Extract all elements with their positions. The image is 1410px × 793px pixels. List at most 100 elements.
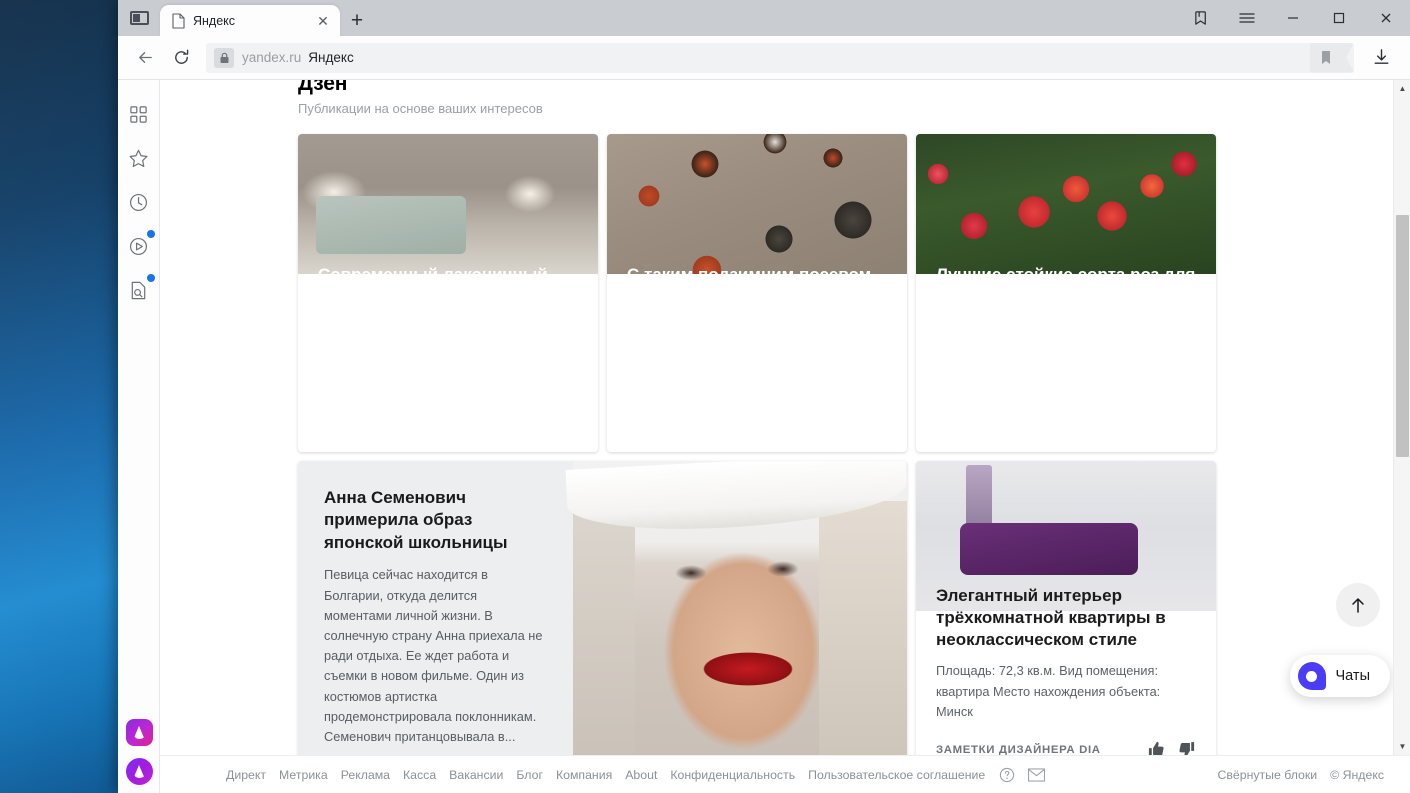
apps-grid-icon[interactable] bbox=[122, 92, 156, 136]
star-bookmarks-icon[interactable] bbox=[122, 136, 156, 180]
zen-section-header: Дзен Публикации на основе ваших интересо… bbox=[160, 80, 1410, 116]
card-title: Элегантный интерьер трёхкомнатной кварти… bbox=[936, 586, 1166, 649]
back-arrow-icon[interactable] bbox=[128, 41, 162, 75]
video-play-icon[interactable] bbox=[122, 224, 156, 268]
arrow-up-icon bbox=[1352, 598, 1364, 613]
footer-link-kompaniya[interactable]: Компания bbox=[556, 768, 612, 782]
card-body: Элегантный интерьер трёхкомнатной кварти… bbox=[916, 569, 1216, 755]
browser-body: Дзен Публикации на основе ваших интересо… bbox=[118, 80, 1410, 793]
page-scroll-region: Дзен Публикации на основе ваших интересо… bbox=[160, 80, 1410, 755]
page-scrollbar[interactable]: ▲ ▼ bbox=[1393, 80, 1410, 755]
new-tab-button[interactable]: + bbox=[340, 5, 374, 36]
document-icon bbox=[172, 12, 185, 29]
card-reactions bbox=[1147, 419, 1196, 438]
thumbs-up-icon[interactable] bbox=[529, 419, 548, 438]
card-body: С таким подзимним посевом все получится:… bbox=[607, 246, 907, 452]
scrollbar-down-arrow-icon[interactable]: ▼ bbox=[1394, 738, 1410, 755]
card-reactions bbox=[529, 419, 578, 438]
tab-close-icon[interactable]: ✕ bbox=[314, 12, 332, 30]
footer-collapsed-blocks[interactable]: Свёрнутые блоки bbox=[1218, 768, 1318, 782]
panel-toggle-button[interactable] bbox=[118, 0, 160, 36]
thumbs-up-icon[interactable] bbox=[1147, 740, 1166, 755]
page-subtitle: Публикации на основе ваших интересов bbox=[298, 101, 543, 116]
address-page-title: Яндекс bbox=[308, 50, 354, 65]
download-icon[interactable] bbox=[1364, 41, 1398, 75]
footer-link-about[interactable]: About bbox=[625, 768, 657, 782]
thumbs-up-icon[interactable] bbox=[838, 419, 857, 438]
card-description: Как правило, роз, которые не требуют укр… bbox=[936, 342, 1163, 398]
history-clock-icon[interactable] bbox=[122, 180, 156, 224]
footer-copyright: © Яндекс bbox=[1330, 767, 1384, 782]
bookmark-icon[interactable] bbox=[1310, 42, 1354, 73]
footer-link-vakansii[interactable]: Вакансии bbox=[449, 768, 503, 782]
address-bar[interactable]: yandex.ru Яндекс bbox=[206, 42, 1354, 73]
footer-link-direct[interactable]: Директ bbox=[226, 768, 266, 782]
envelope-icon[interactable] bbox=[1028, 766, 1046, 783]
card-reactions bbox=[1147, 740, 1196, 755]
collections-icon[interactable] bbox=[1178, 0, 1224, 36]
card-source: ЗАМЕТКИ ДИЗАЙНЕРА DIA bbox=[936, 743, 1101, 756]
reload-icon[interactable] bbox=[164, 41, 198, 75]
search-page-icon[interactable] bbox=[122, 268, 156, 312]
browser-titlebar: Яндекс ✕ + bbox=[118, 0, 1410, 36]
card-image bbox=[565, 461, 907, 755]
sidebar-bottom-group bbox=[118, 719, 160, 785]
card-footer: ЗАМЕТКИ ДИЗАЙНЕРА DIA bbox=[936, 740, 1196, 755]
page-title: Дзен bbox=[298, 80, 348, 95]
thumbs-down-icon[interactable] bbox=[868, 419, 887, 438]
alice-assistant-round-icon[interactable] bbox=[125, 758, 153, 785]
footer-link-blog[interactable]: Блог bbox=[516, 768, 543, 782]
card-footer: НАШ ОГОРОД bbox=[627, 419, 887, 438]
search-badge-dot bbox=[146, 274, 155, 282]
card-neoclassic-interior[interactable]: Элегантный интерьер трёхкомнатной кварти… bbox=[916, 461, 1216, 755]
lock-icon bbox=[214, 47, 234, 68]
card-title: Лучшие стойкие сорта роз для нашего клим… bbox=[936, 265, 1196, 328]
page-content: Дзен Публикации на основе ваших интересо… bbox=[160, 80, 1410, 755]
card-title: Анна Семенович примерила образ японской … bbox=[324, 488, 508, 552]
panel-toggle-icon bbox=[129, 11, 149, 25]
menu-icon[interactable] bbox=[1224, 0, 1270, 36]
zen-card-grid: Современный лаконичный интерьер трехкомн… bbox=[298, 134, 1218, 755]
card-description: Суть метода состоит в том, что семена по… bbox=[627, 342, 861, 398]
window-minimize-button[interactable] bbox=[1270, 0, 1316, 36]
window-controls bbox=[1178, 0, 1410, 36]
card-source: ЗАМЕТКИ ДИЗАЙНЕРА DIA bbox=[318, 422, 483, 435]
window-close-button[interactable] bbox=[1362, 0, 1410, 36]
browser-tab[interactable]: Яндекс ✕ bbox=[160, 5, 340, 36]
scrollbar-thumb[interactable] bbox=[1396, 215, 1409, 457]
yandex-chat-logo-icon bbox=[1297, 662, 1326, 690]
browser-window: Яндекс ✕ + yandex.ru Яндекс Дзен Публика… bbox=[118, 0, 1410, 793]
question-circle-icon[interactable] bbox=[998, 766, 1015, 783]
alice-assistant-square-icon[interactable] bbox=[125, 719, 153, 746]
footer-link-reklama[interactable]: Реклама bbox=[341, 768, 390, 782]
thumbs-down-icon[interactable] bbox=[1177, 419, 1196, 438]
card-reactions bbox=[838, 419, 887, 438]
card-roses[interactable]: Лучшие стойкие сорта роз для нашего клим… bbox=[916, 134, 1216, 452]
thumbs-up-icon[interactable] bbox=[1147, 419, 1166, 438]
scrollbar-up-arrow-icon[interactable]: ▲ bbox=[1394, 80, 1410, 97]
chat-button[interactable]: Чаты bbox=[1289, 655, 1390, 697]
card-footer: НАШ ОГОРОД bbox=[936, 419, 1196, 438]
chat-label: Чаты bbox=[1335, 668, 1370, 684]
card-source: НАШ ОГОРОД bbox=[936, 422, 1022, 435]
card-anna-semenovich[interactable]: Анна Семенович примерила образ японской … bbox=[298, 461, 907, 755]
page-viewport: Дзен Публикации на основе ваших интересо… bbox=[160, 80, 1410, 793]
page-footer: Директ Метрика Реклама Касса Вакансии Бл… bbox=[160, 755, 1410, 793]
footer-link-kassa[interactable]: Касса bbox=[403, 768, 436, 782]
thumbs-down-icon[interactable] bbox=[559, 419, 578, 438]
card-footer: ЗАМЕТКИ ДИЗАЙНЕРА DIA bbox=[318, 419, 578, 438]
card-description: Певица сейчас находится в Болгарии, отку… bbox=[324, 567, 543, 745]
card-title: Современный лаконичный интерьер трехкомн… bbox=[318, 265, 548, 328]
card-interior-minsk[interactable]: Современный лаконичный интерьер трехкомн… bbox=[298, 134, 598, 452]
thumbs-down-icon[interactable] bbox=[1177, 740, 1196, 755]
browser-navbar: yandex.ru Яндекс bbox=[118, 36, 1410, 80]
card-body: Современный лаконичный интерьер трехкомн… bbox=[298, 246, 598, 452]
browser-sidebar bbox=[118, 80, 160, 793]
card-description: Площадь: 72,3 кв.м. Вид помещения: кварт… bbox=[936, 663, 1161, 719]
card-podzimniy-posev[interactable]: С таким подзимним посевом все получится:… bbox=[607, 134, 907, 452]
footer-link-user-agreement[interactable]: Пользовательское соглашение bbox=[808, 768, 985, 782]
window-maximize-button[interactable] bbox=[1316, 0, 1362, 36]
footer-link-metrika[interactable]: Метрика bbox=[279, 768, 328, 782]
scroll-to-top-button[interactable] bbox=[1336, 583, 1380, 627]
footer-link-privacy[interactable]: Конфиденциальность bbox=[670, 768, 795, 782]
